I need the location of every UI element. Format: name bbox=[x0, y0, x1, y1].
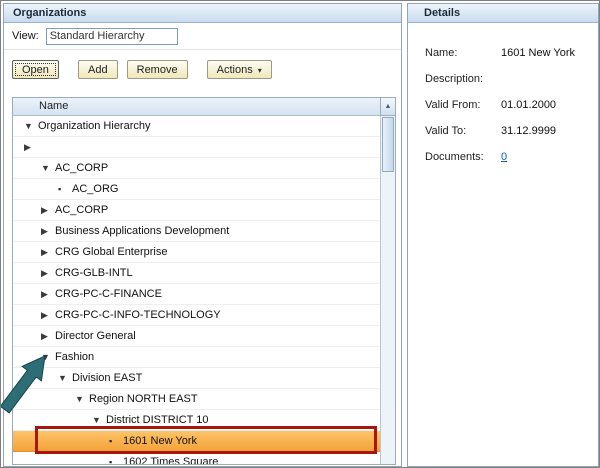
leaf-icon: ▪ bbox=[109, 437, 119, 446]
tree-row[interactable]: ▼ Fashion bbox=[13, 347, 380, 368]
tree-row[interactable]: ▼ District DISTRICT 10 bbox=[13, 410, 380, 431]
tree-row[interactable]: ▪ 1601 New York bbox=[13, 431, 380, 452]
actions-button-label: Actions bbox=[217, 64, 253, 76]
view-input[interactable] bbox=[46, 28, 178, 45]
leaf-icon: ▪ bbox=[58, 185, 68, 194]
details-field: Valid To: 31.12.9999 bbox=[425, 125, 598, 151]
tree-row[interactable]: ▶ CRG-PC-C-FINANCE bbox=[13, 284, 380, 305]
tree-row[interactable]: ▶ bbox=[13, 137, 380, 158]
tree-row-label: Division EAST bbox=[72, 372, 142, 384]
page: Organizations View: Open Add Remove Acti… bbox=[0, 0, 600, 468]
name-column-header[interactable]: Name bbox=[13, 98, 395, 115]
expand-expander-icon[interactable]: ▶ bbox=[41, 206, 51, 215]
details-fields: Name: 1601 New York Description: Valid F… bbox=[408, 23, 598, 177]
toolbar: Open Add Remove Actions ▾ bbox=[4, 50, 401, 88]
details-field-value: 1601 New York bbox=[501, 47, 575, 59]
expand-expander-icon[interactable]: ▶ bbox=[41, 311, 51, 320]
tree-row[interactable]: ▼ Division EAST bbox=[13, 368, 380, 389]
details-panel: Details Name: 1601 New York Description:… bbox=[407, 3, 599, 467]
tree-row-label: CRG-PC-C-FINANCE bbox=[55, 288, 162, 300]
details-title: Details bbox=[424, 7, 460, 19]
expand-expander-icon[interactable]: ▶ bbox=[41, 332, 51, 341]
tree-row-label: Fashion bbox=[55, 351, 94, 363]
organizations-header: Organizations bbox=[4, 4, 401, 23]
tree-row[interactable]: ▼ Region NORTH EAST bbox=[13, 389, 380, 410]
details-field-label: Name: bbox=[425, 47, 501, 59]
details-field: Documents: 0 bbox=[425, 151, 598, 177]
expand-expander-icon[interactable]: ▶ bbox=[41, 248, 51, 257]
details-field-label: Valid From: bbox=[425, 99, 501, 111]
view-row: View: bbox=[4, 23, 401, 50]
tree-row[interactable]: ▼ Organization Hierarchy bbox=[13, 116, 380, 137]
scrollbar-thumb[interactable] bbox=[382, 117, 394, 172]
expand-expander-icon[interactable]: ▶ bbox=[41, 227, 51, 236]
tree-row-label: 1602 Times Square bbox=[123, 456, 218, 464]
remove-button[interactable]: Remove bbox=[127, 60, 188, 79]
tree-row-label: Director General bbox=[55, 330, 136, 342]
tree-row-label: CRG Global Enterprise bbox=[55, 246, 168, 258]
expand-expander-icon[interactable]: ▶ bbox=[24, 143, 34, 152]
tree-row-label: CRG-PC-C-INFO-TECHNOLOGY bbox=[55, 309, 221, 321]
leaf-icon: ▪ bbox=[109, 458, 119, 465]
details-field-label: Description: bbox=[425, 73, 501, 85]
details-field: Valid From: 01.01.2000 bbox=[425, 99, 598, 125]
tree-row-label: Organization Hierarchy bbox=[38, 120, 151, 132]
details-field-value: 31.12.9999 bbox=[501, 125, 556, 137]
tree-body: ▼ Organization Hierarchy ▶ ▼ AC_CORP ▪ A… bbox=[13, 116, 380, 464]
tree-row-label: Region NORTH EAST bbox=[89, 393, 198, 405]
tree-row[interactable]: ▶ CRG Global Enterprise bbox=[13, 242, 380, 263]
details-field-label: Valid To: bbox=[425, 125, 501, 137]
tree-row[interactable]: ▪ AC_ORG bbox=[13, 179, 380, 200]
vertical-scrollbar[interactable] bbox=[380, 116, 395, 464]
tree-row[interactable]: ▶ AC_CORP bbox=[13, 200, 380, 221]
tree-row-label: 1601 New York bbox=[123, 435, 197, 447]
details-field-label: Documents: bbox=[425, 151, 501, 163]
details-field: Name: 1601 New York bbox=[425, 47, 598, 73]
tree-row[interactable]: ▶ Director General bbox=[13, 326, 380, 347]
org-tree-table: Name ▲ ▼ Organization Hierarchy ▶ ▼ AC_C… bbox=[12, 97, 396, 465]
tree-row-label: CRG-GLB-INTL bbox=[55, 267, 133, 279]
organizations-title: Organizations bbox=[13, 7, 86, 19]
collapse-expander-icon[interactable]: ▼ bbox=[75, 395, 85, 404]
tree-row[interactable]: ▶ Business Applications Development bbox=[13, 221, 380, 242]
organizations-panel: Organizations View: Open Add Remove Acti… bbox=[3, 3, 402, 467]
tree-header: Name ▲ bbox=[13, 98, 395, 116]
tree-row-label: AC_CORP bbox=[55, 162, 108, 174]
scroll-up-button[interactable]: ▲ bbox=[380, 98, 395, 116]
details-field-value: 01.01.2000 bbox=[501, 99, 556, 111]
collapse-expander-icon[interactable]: ▼ bbox=[92, 416, 102, 425]
tree-row-label: AC_CORP bbox=[55, 204, 108, 216]
view-label: View: bbox=[12, 30, 39, 42]
collapse-expander-icon[interactable]: ▼ bbox=[24, 122, 34, 131]
collapse-expander-icon[interactable]: ▼ bbox=[41, 164, 51, 173]
tree-row-label: AC_ORG bbox=[72, 183, 118, 195]
tree-row[interactable]: ▶ CRG-GLB-INTL bbox=[13, 263, 380, 284]
collapse-expander-icon[interactable]: ▼ bbox=[41, 353, 51, 362]
tree-row-label: Business Applications Development bbox=[55, 225, 229, 237]
tree-row[interactable]: ▪ 1602 Times Square bbox=[13, 452, 380, 464]
tree-row-label: District DISTRICT 10 bbox=[106, 414, 208, 426]
expand-expander-icon[interactable]: ▶ bbox=[41, 269, 51, 278]
details-field: Description: bbox=[425, 73, 598, 99]
details-header: Details bbox=[408, 4, 598, 23]
tree-row[interactable]: ▶ CRG-PC-C-INFO-TECHNOLOGY bbox=[13, 305, 380, 326]
add-button[interactable]: Add bbox=[78, 60, 118, 79]
actions-button[interactable]: Actions ▾ bbox=[207, 60, 272, 79]
expand-expander-icon[interactable]: ▶ bbox=[41, 290, 51, 299]
tree-row[interactable]: ▼ AC_CORP bbox=[13, 158, 380, 179]
dropdown-caret-icon: ▾ bbox=[258, 66, 262, 75]
open-button[interactable]: Open bbox=[12, 60, 59, 79]
documents-link[interactable]: 0 bbox=[501, 151, 507, 163]
collapse-expander-icon[interactable]: ▼ bbox=[58, 374, 68, 383]
